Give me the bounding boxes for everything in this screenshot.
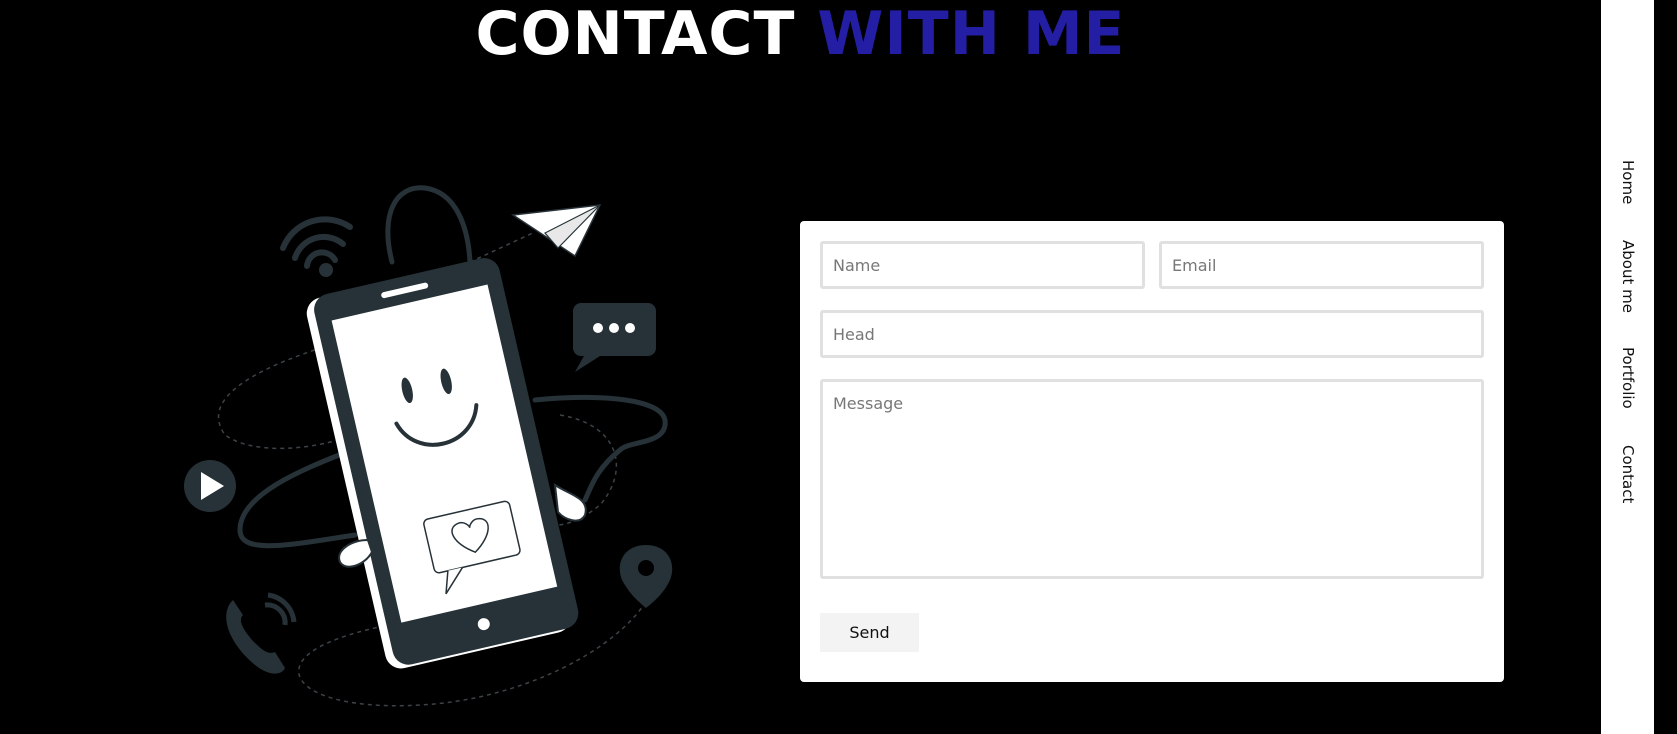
email-input[interactable] — [1159, 241, 1484, 289]
contact-illustration — [184, 185, 673, 707]
name-input[interactable] — [820, 241, 1145, 289]
nav-item-contact[interactable]: Contact — [1601, 445, 1654, 503]
message-textarea[interactable] — [820, 379, 1484, 579]
title-white: CONTACT — [475, 0, 796, 69]
paper-plane-icon — [510, 204, 602, 258]
contact-form: Send — [800, 221, 1504, 682]
wifi-icon — [280, 216, 353, 269]
nav-item-about[interactable]: About me — [1601, 240, 1654, 313]
wifi-dot — [319, 263, 333, 277]
phone-device — [306, 258, 579, 669]
play-icon — [184, 460, 236, 512]
chat-bubble-icon — [573, 303, 656, 372]
location-pin-icon — [619, 545, 673, 608]
nav-item-portfolio[interactable]: Portfolio — [1601, 347, 1654, 409]
main-section: CONTACT WITH ME Name Email Head Message … — [0, 0, 1601, 734]
head-input[interactable] — [820, 310, 1484, 358]
nav-item-home[interactable]: Home — [1601, 160, 1654, 204]
page-title: CONTACT WITH ME — [0, 0, 1601, 70]
send-button[interactable]: Send — [820, 613, 919, 652]
call-icon — [226, 592, 297, 674]
side-navigation: Home About me Portfolio Contact — [1601, 0, 1654, 734]
title-accent: WITH ME — [817, 0, 1126, 69]
